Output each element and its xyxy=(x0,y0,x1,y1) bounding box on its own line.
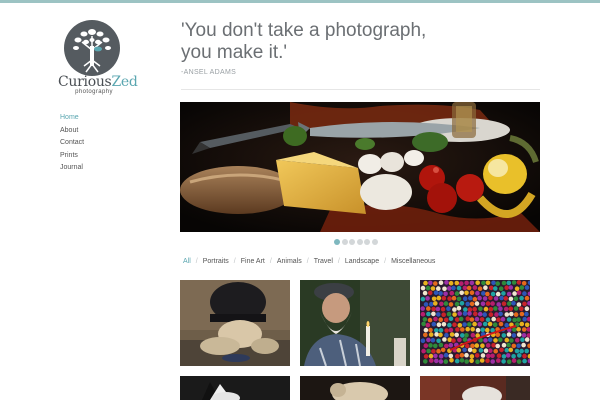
slider-dot-4[interactable] xyxy=(356,239,363,245)
brand-name: CuriousZed xyxy=(58,74,138,90)
filter-portraits[interactable]: Portraits xyxy=(203,258,229,265)
gallery-thumb-colored-beads[interactable] xyxy=(420,280,530,366)
filter-travel[interactable]: Travel xyxy=(314,258,333,265)
nav-item-journal[interactable]: Journal xyxy=(60,162,84,175)
quote-line-1: 'You don't take a photograph, xyxy=(181,20,427,41)
filter-separator: / xyxy=(306,258,309,265)
slider-pagination xyxy=(334,239,379,247)
slide-image-still-life xyxy=(180,102,540,232)
tree-logo-icon xyxy=(64,20,120,76)
gallery-thumb-old-man-portrait[interactable] xyxy=(300,280,410,366)
brand-name-part1: Curious xyxy=(58,74,112,90)
filter-separator: / xyxy=(195,258,198,265)
slider-dot-6[interactable] xyxy=(371,239,378,245)
filter-animals[interactable]: Animals xyxy=(277,258,302,265)
quote-author: -ANSEL ADAMS xyxy=(181,69,237,76)
filter-separator: / xyxy=(337,258,340,265)
gallery-thumb-cat[interactable] xyxy=(180,376,290,400)
hero-slider[interactable] xyxy=(180,102,540,232)
filter-fine-art[interactable]: Fine Art xyxy=(241,258,265,265)
gallery-thumb-street-scene[interactable] xyxy=(420,376,530,400)
gallery-thumb-puppy[interactable] xyxy=(300,376,410,400)
filter-separator: / xyxy=(384,258,387,265)
nav-item-prints[interactable]: Prints xyxy=(60,150,84,163)
nav-item-about[interactable]: About xyxy=(60,125,84,138)
header-divider xyxy=(181,89,540,90)
header-quote: 'You don't take a photograph, you make i… xyxy=(181,20,501,64)
nav-item-contact[interactable]: Contact xyxy=(60,137,84,150)
filter-separator: / xyxy=(269,258,272,265)
quote-line-2: you make it.' xyxy=(181,42,288,63)
filter-separator: / xyxy=(233,258,236,265)
slider-dot-1[interactable] xyxy=(334,239,340,245)
filter-all[interactable]: All xyxy=(183,258,191,265)
portfolio-filters: All / Portraits / Fine Art / Animals / Travel / La… xyxy=(183,258,435,265)
gallery-thumb-dog-with-hat[interactable] xyxy=(180,280,290,366)
brand-name-part2: Zed xyxy=(111,74,138,90)
slider-dot-3[interactable] xyxy=(349,239,355,245)
main-nav: Home About Contact Prints Journal xyxy=(60,112,84,175)
nav-item-home[interactable]: Home xyxy=(60,112,84,125)
brand-subtitle: photography xyxy=(75,89,113,95)
slider-dot-2[interactable] xyxy=(341,239,348,245)
filter-miscellaneous[interactable]: Miscellaneous xyxy=(391,258,435,265)
top-accent-bar xyxy=(0,0,600,3)
filter-landscape[interactable]: Landscape xyxy=(345,258,379,265)
slider-dot-5[interactable] xyxy=(364,239,370,245)
